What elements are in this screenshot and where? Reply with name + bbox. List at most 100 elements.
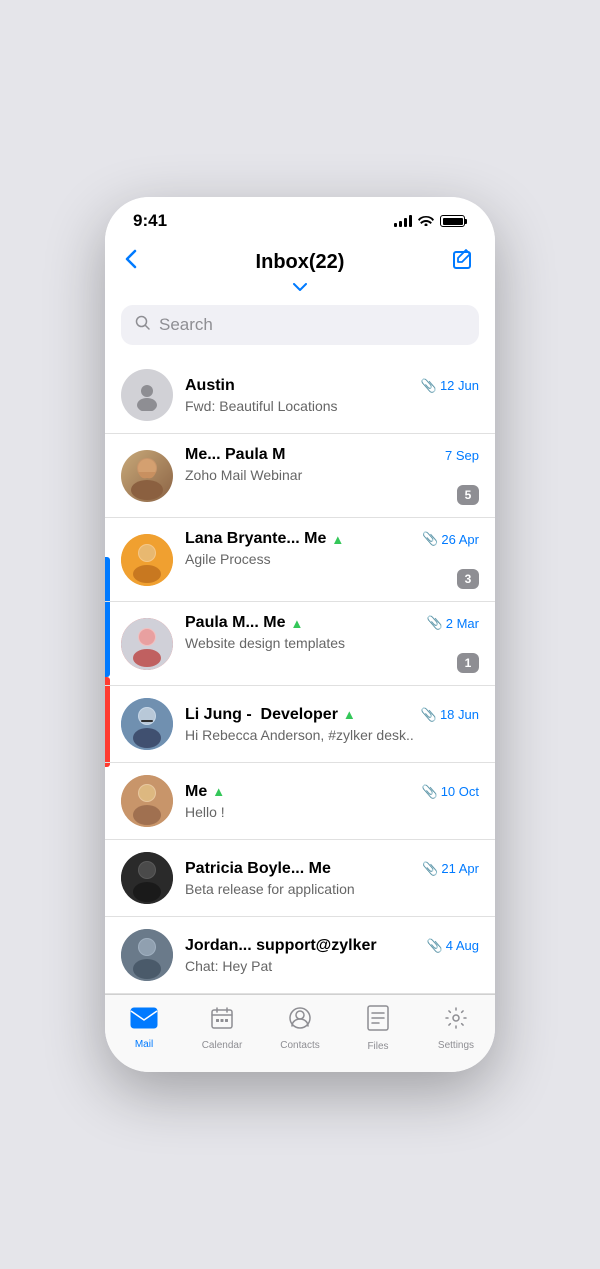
- nav-item-settings[interactable]: Settings: [417, 1006, 495, 1051]
- compose-button[interactable]: [435, 247, 475, 277]
- email-subject-austin: Fwd: Beautiful Locations: [185, 398, 479, 414]
- files-icon: [367, 1005, 389, 1038]
- page-title: Inbox(22): [256, 251, 345, 274]
- search-input[interactable]: Search: [159, 315, 213, 335]
- email-subject-lijung: Hi Rebecca Anderson, #zylker desk..: [185, 727, 479, 743]
- phone-frame: 9:41: [105, 197, 495, 1072]
- mail-label: Mail: [135, 1039, 153, 1050]
- email-top-me-paula: Me... Paula M 7 Sep: [185, 446, 479, 464]
- email-item-lijung[interactable]: Li Jung - Developer ▲ 📎 18 Jun Hi Rebecc…: [105, 686, 495, 763]
- avatar-paulam: [121, 618, 173, 670]
- nav-item-files[interactable]: Files: [339, 1005, 417, 1052]
- attachment-icon-austin: 📎: [421, 378, 437, 394]
- email-date-jordan: 📎 4 Aug: [427, 938, 479, 954]
- search-bar: Search: [105, 297, 495, 357]
- contacts-label: Contacts: [280, 1040, 319, 1051]
- email-item-lana[interactable]: Lana Bryante... Me ▲ 📎 26 Apr Agile Proc…: [105, 518, 495, 602]
- settings-icon: [444, 1006, 468, 1037]
- email-subject-patricia: Beta release for application: [185, 881, 479, 897]
- email-badge-paulam: 1: [457, 653, 479, 673]
- email-date-lana: 📎 26 Apr: [422, 531, 479, 547]
- email-sender-jordan: Jordan... support@zylker: [185, 937, 377, 955]
- email-item-austin[interactable]: Austin 📎 12 Jun Fwd: Beautiful Locations: [105, 357, 495, 434]
- email-subject-lana: Agile Process: [185, 551, 479, 567]
- email-sender-lijung: Li Jung - Developer ▲: [185, 706, 356, 724]
- status-bar: 9:41: [105, 197, 495, 239]
- email-content-jordan: Jordan... support@zylker 📎 4 Aug Chat: H…: [185, 937, 479, 974]
- email-top-lana: Lana Bryante... Me ▲ 📎 26 Apr: [185, 530, 479, 548]
- contacts-icon: [288, 1006, 312, 1037]
- attachment-icon-me: 📎: [422, 784, 438, 800]
- avatar-jordan: [121, 929, 173, 981]
- email-item-patricia[interactable]: Patricia Boyle... Me 📎 21 Apr Beta relea…: [105, 840, 495, 917]
- battery-icon: [440, 215, 467, 227]
- attachment-icon-lijung: 📎: [421, 707, 437, 723]
- attachment-icon-jordan: 📎: [427, 938, 443, 954]
- nav-item-calendar[interactable]: Calendar: [183, 1006, 261, 1051]
- back-button[interactable]: [125, 249, 165, 275]
- flag-icon-lijung: ▲: [343, 707, 356, 722]
- avatar-lana: [121, 534, 173, 586]
- email-content-me: Me ▲ 📎 10 Oct Hello !: [185, 783, 479, 820]
- email-top-austin: Austin 📎 12 Jun: [185, 377, 479, 395]
- email-date-austin: 📎 12 Jun: [421, 378, 479, 394]
- email-sender-lana: Lana Bryante... Me ▲: [185, 530, 344, 548]
- attachment-icon-paulam: 📎: [427, 615, 443, 631]
- email-item-paulam[interactable]: Paula M... Me ▲ 📎 2 Mar Website design t…: [105, 602, 495, 686]
- email-top-lijung: Li Jung - Developer ▲ 📎 18 Jun: [185, 706, 479, 724]
- calendar-label: Calendar: [202, 1040, 243, 1051]
- flag-icon-lana: ▲: [331, 532, 344, 547]
- email-content-lijung: Li Jung - Developer ▲ 📎 18 Jun Hi Rebecc…: [185, 706, 479, 743]
- calendar-icon: [210, 1006, 234, 1037]
- email-top-me: Me ▲ 📎 10 Oct: [185, 783, 479, 801]
- nav-item-mail[interactable]: Mail: [105, 1007, 183, 1050]
- files-label: Files: [367, 1041, 388, 1052]
- email-date-patricia: 📎 21 Apr: [422, 861, 479, 877]
- email-sender-me: Me ▲: [185, 783, 225, 801]
- email-item-me-paula[interactable]: Me... Paula M 7 Sep Zoho Mail Webinar 5: [105, 434, 495, 518]
- email-date-paulam: 📎 2 Mar: [427, 615, 479, 631]
- attachment-icon-lana: 📎: [422, 531, 438, 547]
- email-top-patricia: Patricia Boyle... Me 📎 21 Apr: [185, 860, 479, 878]
- email-date-me: 📎 10 Oct: [422, 784, 479, 800]
- email-top-paulam: Paula M... Me ▲ 📎 2 Mar: [185, 614, 479, 632]
- email-sender-me-paula: Me... Paula M: [185, 446, 285, 464]
- signal-icon: [394, 215, 412, 227]
- email-subject-jordan: Chat: Hey Pat: [185, 958, 479, 974]
- search-input-wrap[interactable]: Search: [121, 305, 479, 345]
- email-sender-patricia: Patricia Boyle... Me: [185, 860, 331, 878]
- email-item-jordan[interactable]: Jordan... support@zylker 📎 4 Aug Chat: H…: [105, 917, 495, 994]
- inbox-dropdown[interactable]: [105, 281, 495, 297]
- email-top-jordan: Jordan... support@zylker 📎 4 Aug: [185, 937, 479, 955]
- email-subject-paulam: Website design templates: [185, 635, 479, 651]
- header: Inbox(22): [105, 239, 495, 281]
- nav-item-contacts[interactable]: Contacts: [261, 1006, 339, 1051]
- email-subject-me-paula: Zoho Mail Webinar: [185, 467, 479, 483]
- avatar-me: [121, 775, 173, 827]
- email-sender-austin: Austin: [185, 377, 235, 395]
- avatar-patricia: [121, 852, 173, 904]
- status-time: 9:41: [133, 211, 167, 231]
- flag-icon-me: ▲: [212, 784, 225, 799]
- email-content-paulam: Paula M... Me ▲ 📎 2 Mar Website design t…: [185, 614, 479, 673]
- bottom-nav: Mail Calendar Co: [105, 994, 495, 1072]
- attachment-icon-patricia: 📎: [422, 861, 438, 877]
- email-sender-paulam: Paula M... Me ▲: [185, 614, 303, 632]
- avatar-lijung: [121, 698, 173, 750]
- email-content-me-paula: Me... Paula M 7 Sep Zoho Mail Webinar 5: [185, 446, 479, 505]
- email-date-lijung: 📎 18 Jun: [421, 707, 479, 723]
- flag-icon-paulam: ▲: [290, 616, 303, 631]
- search-icon: [135, 315, 151, 335]
- email-badge-lana: 3: [457, 569, 479, 589]
- settings-label: Settings: [438, 1040, 474, 1051]
- email-content-lana: Lana Bryante... Me ▲ 📎 26 Apr Agile Proc…: [185, 530, 479, 589]
- status-icons: [394, 214, 467, 229]
- email-content-patricia: Patricia Boyle... Me 📎 21 Apr Beta relea…: [185, 860, 479, 897]
- email-subject-me: Hello !: [185, 804, 479, 820]
- email-item-me[interactable]: Me ▲ 📎 10 Oct Hello !: [105, 763, 495, 840]
- email-badge-me-paula: 5: [457, 485, 479, 505]
- avatar-austin: [121, 369, 173, 421]
- email-date-me-paula: 7 Sep: [445, 448, 479, 463]
- avatar-me-paula: [121, 450, 173, 502]
- email-list: Austin 📎 12 Jun Fwd: Beautiful Locations: [105, 357, 495, 994]
